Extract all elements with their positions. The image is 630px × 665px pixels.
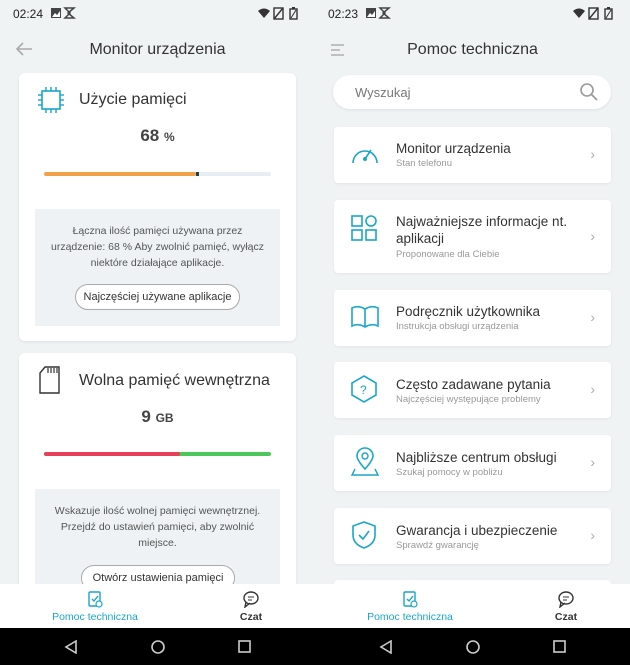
memory-info-text: Łączna ilość pamięci używana przez urząd… (50, 225, 264, 269)
book-icon (350, 305, 380, 334)
nav-chat-label: Czat (239, 611, 263, 623)
menu-item-device-monitor[interactable]: Monitor urządzenia Stan telefonu › (334, 127, 611, 183)
tech-support-screen: 02:23 Pomoc techniczna Wyszukaj Monitor … (315, 0, 630, 628)
item-title: Często zadawane pytania (396, 377, 551, 392)
storage-used-fill (44, 452, 180, 456)
chat-bubble-icon (243, 591, 259, 609)
page-title: Pomoc techniczna (407, 41, 538, 58)
status-time: 02:23 (328, 7, 359, 21)
item-subtitle: Stan telefonu (396, 158, 452, 169)
nav-chat-tab[interactable]: Czat (226, 590, 276, 623)
question-hexagon-icon: ? (350, 374, 378, 409)
memory-progress-fill (44, 172, 196, 176)
memory-info-box: Łączna ilość pamięci używana przez urząd… (35, 209, 280, 326)
storage-value-number: 9 (141, 407, 151, 426)
app-bar: Monitor urządzenia (0, 34, 315, 66)
memory-value-number: 68 (140, 126, 160, 145)
recents-square-icon[interactable] (238, 640, 252, 659)
shield-check-icon (350, 520, 378, 555)
notification-icons (365, 6, 393, 23)
sd-card-icon (37, 365, 63, 400)
status-bar: 02:24 (0, 0, 315, 28)
back-triangle-icon[interactable] (379, 639, 393, 659)
home-circle-icon[interactable] (150, 639, 166, 660)
storage-card-title: Wolna pamięć wewnętrzna (79, 372, 270, 389)
nav-chat-tab[interactable]: Czat (541, 590, 591, 623)
svg-text:?: ? (360, 383, 367, 397)
gauge-icon (350, 141, 380, 172)
storage-value-unit: GB (155, 411, 174, 425)
chevron-right-icon: › (590, 309, 595, 325)
image-notification-icon (366, 7, 392, 19)
apps-grid-icon (350, 214, 378, 247)
menu-item-user-manual[interactable]: Podręcznik użytkownika Instrukcja obsług… (334, 290, 611, 346)
nav-support-tab[interactable]: Pomoc techniczna (45, 590, 145, 623)
wifi-signal-battery-icon (573, 7, 613, 20)
nav-support-tab[interactable]: Pomoc techniczna (360, 590, 460, 623)
recents-square-icon[interactable] (553, 640, 567, 659)
app-bar: Pomoc techniczna (315, 34, 630, 66)
device-monitor-screen: 02:24 Monitor urządzenia Użycie pamięci … (0, 0, 315, 628)
chevron-right-icon: › (590, 527, 595, 543)
memory-usage-card: Użycie pamięci 68 % Łączna ilość pamięci… (19, 73, 296, 341)
item-subtitle: Proponowane dla Ciebie (396, 249, 500, 260)
nav-support-label: Pomoc techniczna (52, 611, 138, 623)
image-notification-icon (51, 7, 77, 19)
memory-value: 68 % (19, 126, 296, 146)
back-triangle-icon[interactable] (64, 639, 78, 659)
status-bar: 02:23 (315, 0, 630, 28)
nav-chat-label: Czat (554, 611, 578, 623)
item-title: Gwarancja i ubezpieczenie (396, 523, 558, 538)
chat-bubble-icon (558, 591, 574, 609)
memory-progress-track (44, 172, 271, 176)
item-title: Najważniejsze informacje nt. aplikacji (396, 214, 568, 246)
search-placeholder[interactable]: Wyszukaj (355, 85, 411, 100)
system-icons (572, 6, 618, 23)
support-tab-icon (88, 591, 103, 608)
system-icons (257, 6, 303, 23)
free-storage-card: Wolna pamięć wewnętrzna 9 GB Wskazuje il… (19, 353, 296, 613)
page-title: Monitor urządzenia (89, 41, 226, 58)
memory-value-unit: % (163, 130, 175, 144)
chevron-right-icon: › (590, 381, 595, 397)
item-subtitle: Najczęściej występujące problemy (396, 394, 541, 405)
chevron-right-icon: › (590, 228, 595, 244)
menu-item-warranty[interactable]: Gwarancja i ubezpieczenie Sprawdź gwaran… (334, 508, 611, 564)
chevron-right-icon: › (590, 454, 595, 470)
menu-item-faq[interactable]: ? Często zadawane pytania Najczęściej wy… (334, 362, 611, 418)
storage-progress-track (44, 452, 271, 456)
memory-progress-marker (196, 172, 199, 176)
home-circle-icon[interactable] (465, 639, 481, 660)
support-tab-icon (403, 591, 418, 608)
wifi-signal-battery-icon (258, 7, 298, 20)
chip-icon (37, 86, 65, 119)
item-title: Najbliższe centrum obsługi (396, 450, 557, 465)
android-navigation-bar (0, 628, 630, 665)
most-used-apps-button[interactable]: Najczęściej używane aplikacje (75, 284, 240, 310)
storage-value: 9 GB (19, 407, 296, 427)
location-pin-icon (350, 447, 380, 482)
storage-info-text: Wskazuje ilość wolnej pamięci wewnętrzne… (54, 505, 261, 549)
memory-card-title: Użycie pamięci (79, 91, 187, 108)
nav-support-label: Pomoc techniczna (367, 611, 453, 623)
item-subtitle: Szukaj pomocy w pobliżu (396, 467, 503, 478)
bottom-navigation: Pomoc techniczna Czat (315, 584, 630, 628)
search-icon[interactable] (579, 82, 599, 107)
bottom-navigation: Pomoc techniczna Czat (0, 584, 315, 628)
search-bar[interactable]: Wyszukaj (333, 75, 611, 109)
menu-item-service-center[interactable]: Najbliższe centrum obsługi Szukaj pomocy… (334, 435, 611, 491)
notification-icons (50, 6, 78, 23)
item-title: Podręcznik użytkownika (396, 304, 541, 319)
chevron-right-icon: › (590, 146, 595, 162)
item-title: Monitor urządzenia (396, 141, 511, 156)
item-subtitle: Instrukcja obsługi urządzenia (396, 321, 519, 332)
menu-item-app-info[interactable]: Najważniejsze informacje nt. aplikacji P… (334, 200, 611, 273)
status-time: 02:24 (13, 7, 44, 21)
item-subtitle: Sprawdź gwarancję (396, 540, 479, 551)
